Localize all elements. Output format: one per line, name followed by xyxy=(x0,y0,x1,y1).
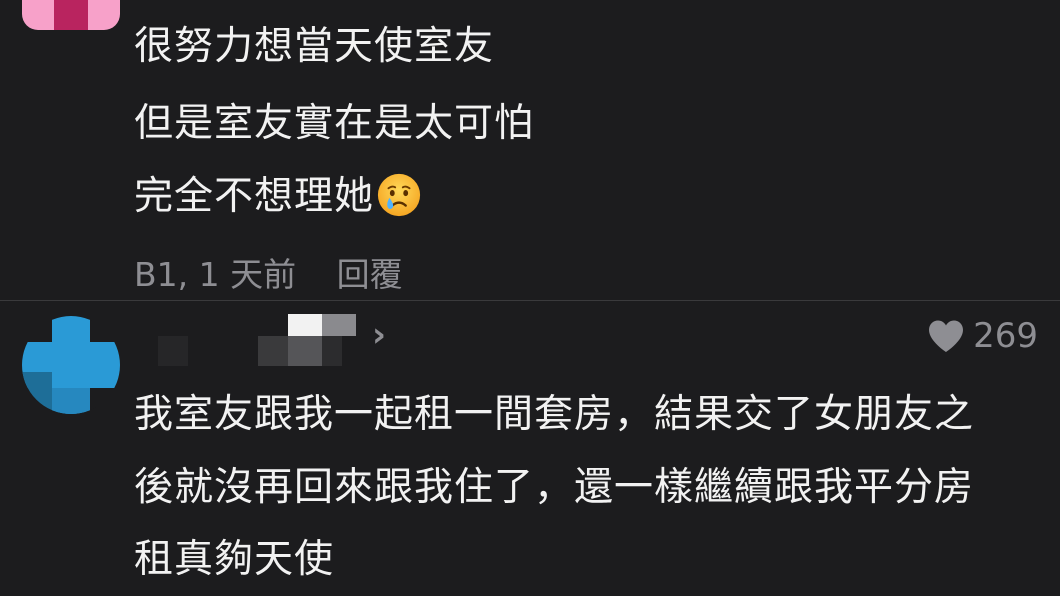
chevron-right-icon[interactable]: › xyxy=(372,318,386,352)
like-button[interactable]: 269 xyxy=(927,314,1038,358)
avatar-pixel-block xyxy=(52,388,90,414)
heart-icon xyxy=(929,320,964,352)
comment-text-line: 租真夠天使 xyxy=(134,537,335,582)
comment-text-line: 完全不想理她 xyxy=(134,173,422,220)
floor-time: B1, 1 天前 xyxy=(134,255,297,294)
reply-button[interactable]: 回覆 xyxy=(337,255,403,294)
comment-text-line: 但是室友實在是太可怕 xyxy=(134,101,535,146)
avatar[interactable] xyxy=(22,316,120,414)
avatar-pixel-block xyxy=(54,0,88,30)
comment-text-line: 我室友跟我一起租一間套房，結果交了女朋友之 xyxy=(134,392,975,437)
crying-face-icon xyxy=(377,173,421,216)
comment-text-line: 後就沒再回來跟我住了，還一樣繼續跟我平分房 xyxy=(134,465,975,510)
like-count: 269 xyxy=(973,316,1038,356)
comment-text: 完全不想理她 xyxy=(134,174,375,219)
comment-text-line: 很努力想當天使室友 xyxy=(134,24,495,69)
username-censored[interactable] xyxy=(158,314,368,370)
avatar[interactable] xyxy=(22,0,120,30)
divider xyxy=(0,300,1060,301)
comment-meta: B1, 1 天前 回覆 xyxy=(134,253,403,297)
avatar-pixel-block xyxy=(22,372,52,414)
